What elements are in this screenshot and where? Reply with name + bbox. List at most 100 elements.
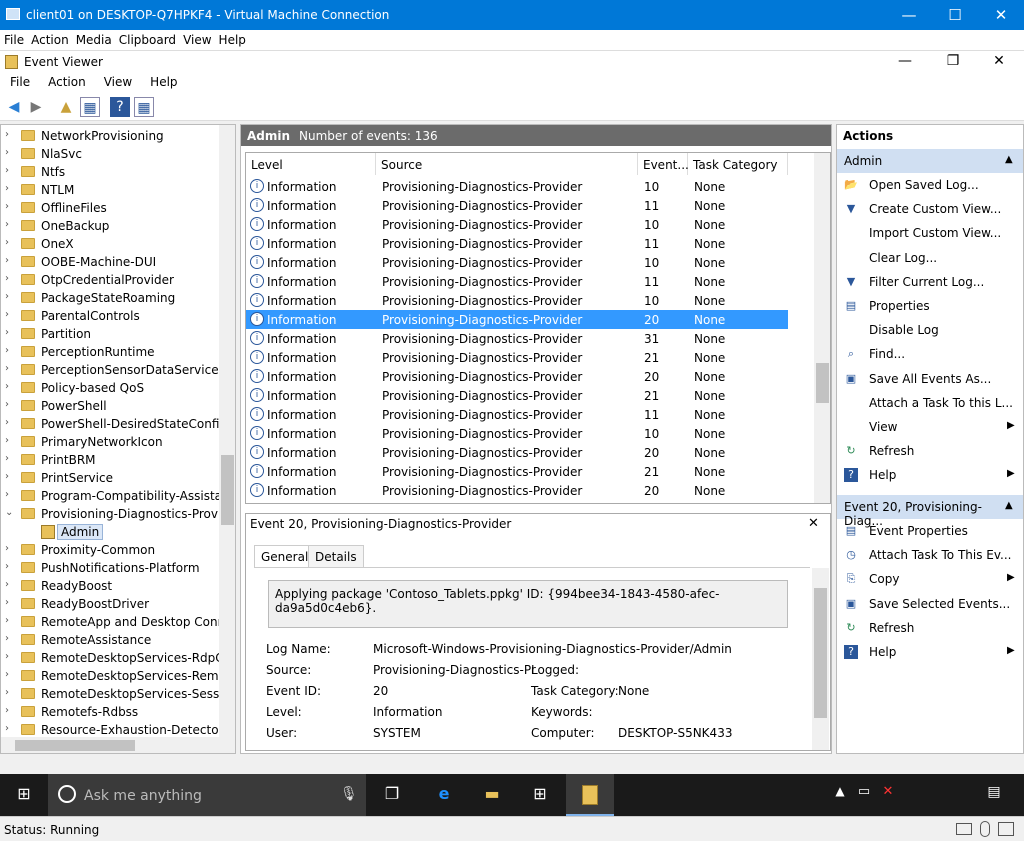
- action-item[interactable]: ? Help ▶: [837, 640, 1023, 664]
- chevron-right-icon[interactable]: ›: [5, 633, 9, 644]
- chevron-right-icon[interactable]: ›: [5, 309, 9, 320]
- table-row[interactable]: i Information Provisioning-Diagnostics-Pro…: [246, 481, 788, 500]
- tree-item[interactable]: › Partition: [1, 325, 221, 343]
- chevron-right-icon[interactable]: ›: [5, 417, 9, 428]
- chevron-right-icon[interactable]: ›: [5, 381, 9, 392]
- column-level[interactable]: Level: [246, 153, 376, 175]
- actions-section-admin[interactable]: Admin ▲: [837, 149, 1023, 173]
- tree-item[interactable]: › Program-Compatibility-Assistant: [1, 487, 234, 505]
- action-item[interactable]: ⎘ Copy ▶: [837, 567, 1023, 591]
- ev-menu-action[interactable]: Action: [38, 72, 94, 89]
- vm-menu-media[interactable]: Media: [72, 30, 115, 47]
- tree-scroll-thumb[interactable]: [221, 455, 234, 525]
- tree-horizontal-scrollbar[interactable]: [1, 737, 235, 753]
- column-task-category[interactable]: Task Category: [688, 153, 788, 175]
- chevron-down-icon[interactable]: ⌄: [5, 507, 13, 518]
- tree-item[interactable]: › RemoteDesktopServices-RdpCore: [1, 649, 235, 667]
- tree-item[interactable]: › PerceptionRuntime: [1, 343, 221, 361]
- store-icon[interactable]: ⊞: [528, 784, 552, 806]
- vm-menu-file[interactable]: File: [0, 30, 27, 47]
- table-row[interactable]: i Information Provisioning-Diagnostics-Pro…: [246, 253, 788, 272]
- chevron-right-icon[interactable]: ›: [5, 435, 9, 446]
- chevron-right-icon[interactable]: ›: [5, 471, 9, 482]
- tree-item[interactable]: › PrintBRM: [1, 451, 221, 469]
- tree-item[interactable]: › PerceptionSensorDataService: [1, 361, 221, 379]
- volume-muted-icon[interactable]: ✕: [876, 784, 900, 806]
- action-item[interactable]: ▼ Filter Current Log...: [837, 270, 1023, 294]
- action-item[interactable]: ⌕ Find...: [837, 342, 1023, 366]
- column-source[interactable]: Source: [376, 153, 638, 175]
- vm-menu-action[interactable]: Action: [27, 30, 72, 47]
- vm-menu-view[interactable]: View: [179, 30, 214, 47]
- action-item[interactable]: ▼ Create Custom View...: [837, 197, 1023, 221]
- chevron-right-icon[interactable]: ›: [5, 597, 9, 608]
- tree-item[interactable]: › OtpCredentialProvider: [1, 271, 221, 289]
- tree-item[interactable]: ⌄ Provisioning-Diagnostics-Provide: [1, 505, 235, 523]
- show-hide-actions-icon[interactable]: ▦: [134, 97, 154, 117]
- chevron-right-icon[interactable]: ›: [5, 453, 9, 464]
- action-item[interactable]: Disable Log: [837, 318, 1023, 342]
- tree-item-admin[interactable]: Admin: [1, 523, 221, 541]
- tree-item[interactable]: › OOBE-Machine-DUI: [1, 253, 221, 271]
- task-view-icon[interactable]: ❐: [380, 784, 404, 806]
- network-icon[interactable]: ▭: [852, 784, 876, 806]
- chevron-right-icon[interactable]: ›: [5, 237, 9, 248]
- tree-item[interactable]: › RemoteApp and Desktop Connec: [1, 613, 235, 631]
- close-button[interactable]: ✕: [978, 0, 1024, 30]
- table-row[interactable]: i Information Provisioning-Diagnostics-Pro…: [246, 405, 788, 424]
- microphone-icon[interactable]: 🎙: [340, 786, 358, 802]
- action-item[interactable]: 📂 Open Saved Log...: [837, 173, 1023, 197]
- action-item[interactable]: ↻ Refresh: [837, 616, 1023, 640]
- show-hidden-icons-chevron-icon[interactable]: ▲: [828, 784, 852, 806]
- column-event-id[interactable]: Event...: [638, 153, 689, 175]
- ev-menu-help[interactable]: Help: [140, 72, 185, 89]
- cortana-search-box[interactable]: Ask me anything 🎙: [48, 774, 366, 816]
- chevron-right-icon[interactable]: ›: [5, 219, 9, 230]
- chevron-right-icon[interactable]: ›: [5, 669, 9, 680]
- actions-section-event[interactable]: Event 20, Provisioning-Diag... ▲: [837, 495, 1023, 528]
- collapse-up-icon[interactable]: ▲: [1005, 500, 1013, 511]
- table-row[interactable]: i Information Provisioning-Diagnostics-Pro…: [246, 462, 788, 481]
- up-folder-icon[interactable]: ▲: [56, 97, 76, 117]
- chevron-right-icon[interactable]: ›: [5, 147, 9, 158]
- tree-item[interactable]: › OneBackup: [1, 217, 221, 235]
- action-item[interactable]: Clear Log...: [837, 246, 1023, 270]
- tree-item[interactable]: › ReadyBoostDriver: [1, 595, 221, 613]
- collapse-up-icon[interactable]: ▲: [1005, 154, 1013, 165]
- table-row[interactable]: i Information Provisioning-Diagnostics-Pro…: [246, 215, 788, 234]
- chevron-right-icon[interactable]: ›: [5, 705, 9, 716]
- tree-item[interactable]: › Policy-based QoS: [1, 379, 221, 397]
- tree-item[interactable]: › Proximity-Common: [1, 541, 221, 559]
- tree-item[interactable]: › NetworkProvisioning: [1, 127, 221, 145]
- tree-item[interactable]: › PowerShell: [1, 397, 221, 415]
- event-viewer-titlebar[interactable]: Event Viewer — ❐ ✕: [0, 50, 1024, 72]
- start-windows-icon[interactable]: ⊞: [12, 784, 36, 806]
- tree-item[interactable]: › RemoteDesktopServices-RemoteF: [1, 667, 235, 685]
- tree-item[interactable]: › OneX: [1, 235, 221, 253]
- tab-details[interactable]: Details: [308, 545, 364, 567]
- tree-item[interactable]: › NTLM: [1, 181, 221, 199]
- tree-item[interactable]: › ReadyBoost: [1, 577, 221, 595]
- minimize-button[interactable]: —: [886, 0, 932, 30]
- file-explorer-icon[interactable]: ▬: [480, 784, 504, 806]
- action-item[interactable]: View ▶: [837, 415, 1023, 439]
- detail-close-icon[interactable]: ✕: [808, 516, 819, 531]
- tree-item[interactable]: › PushNotifications-Platform: [1, 559, 221, 577]
- tree-item[interactable]: › PrintService: [1, 469, 221, 487]
- ev-minimize-button[interactable]: —: [882, 51, 928, 73]
- maximize-button[interactable]: ☐: [932, 0, 978, 30]
- table-row[interactable]: i Information Provisioning-Diagnostics-Pro…: [246, 386, 788, 405]
- show-hide-tree-icon[interactable]: ▦: [80, 97, 100, 117]
- back-arrow-icon[interactable]: ◀: [4, 97, 24, 117]
- tab-general[interactable]: General: [254, 545, 316, 568]
- chevron-right-icon[interactable]: ›: [5, 183, 9, 194]
- ev-menu-view[interactable]: View: [94, 72, 140, 89]
- tree-item[interactable]: › RemoteAssistance: [1, 631, 221, 649]
- table-row[interactable]: i Information Provisioning-Diagnostics-Pro…: [246, 291, 788, 310]
- tree-item[interactable]: › RemoteDesktopServices-SessionS: [1, 685, 235, 703]
- chevron-right-icon[interactable]: ›: [5, 201, 9, 212]
- action-item[interactable]: ▤ Event Properties: [837, 519, 1023, 543]
- event-list-scrollbar[interactable]: [814, 153, 830, 503]
- navigation-tree[interactable]: › NetworkProvisioning › NlaSvc › Ntfs › NTLM › Of…: [0, 124, 236, 754]
- chevron-right-icon[interactable]: ›: [5, 345, 9, 356]
